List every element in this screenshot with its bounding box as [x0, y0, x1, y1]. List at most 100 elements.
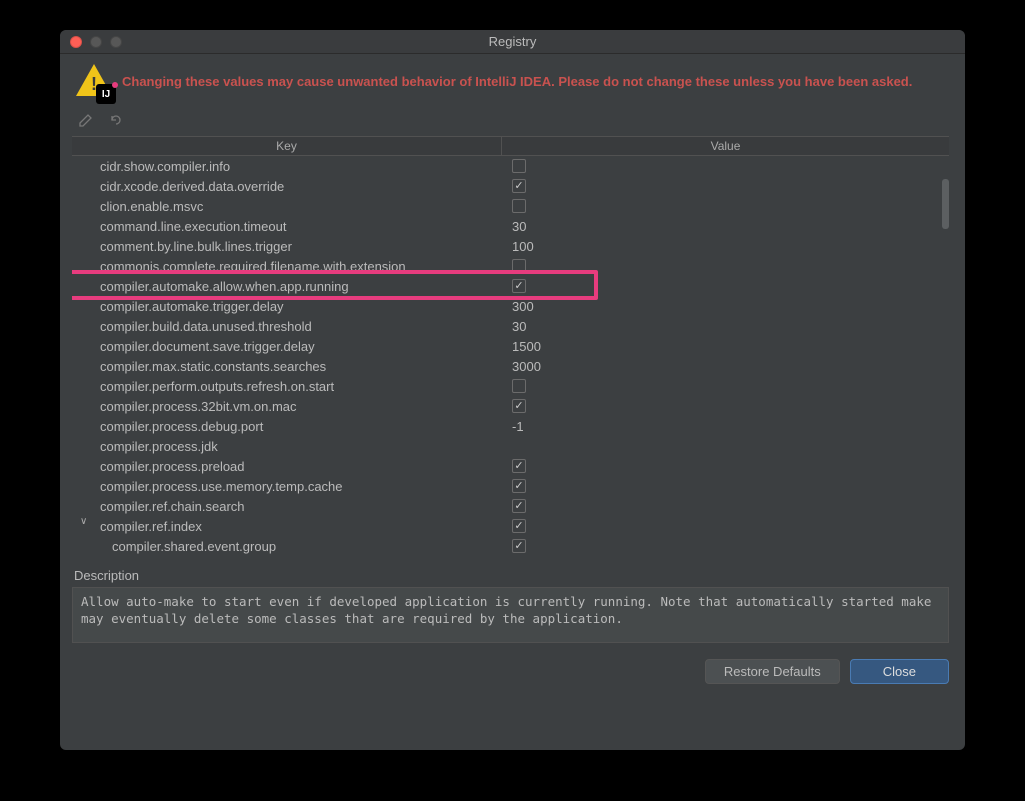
value-text: 30 — [512, 219, 526, 234]
checkbox[interactable] — [512, 159, 526, 173]
checkbox[interactable] — [512, 479, 526, 493]
description-box: Allow auto-make to start even if develop… — [72, 587, 949, 643]
intellij-badge-icon: IJ — [96, 84, 116, 104]
registry-value[interactable] — [502, 519, 949, 533]
table-row[interactable]: clion.enable.msvc — [72, 196, 949, 216]
registry-value[interactable]: -1 — [502, 419, 949, 434]
registry-value[interactable]: 3000 — [502, 359, 949, 374]
value-text: 1500 — [512, 339, 541, 354]
checkbox[interactable] — [512, 279, 526, 293]
checkbox[interactable] — [512, 199, 526, 213]
registry-value[interactable] — [502, 159, 949, 173]
scrollbar[interactable] — [942, 161, 949, 561]
warning-text: Changing these values may cause unwanted… — [122, 74, 912, 91]
table-row[interactable]: compiler.automake.allow.when.app.running — [72, 276, 949, 296]
table-row[interactable]: compiler.process.jdk — [72, 436, 949, 456]
checkbox[interactable] — [512, 399, 526, 413]
registry-key: compiler.automake.allow.when.app.running — [72, 279, 502, 294]
maximize-window-button[interactable] — [110, 36, 122, 48]
table-row[interactable]: commonjs.complete.required.filename.with… — [72, 256, 949, 276]
table-header: Key Value — [72, 137, 949, 156]
table-row[interactable]: cidr.show.compiler.info — [72, 156, 949, 176]
registry-table: Key Value cidr.show.compiler.infocidr.xc… — [72, 136, 949, 556]
registry-key: compiler.automake.trigger.delay — [72, 299, 502, 314]
checkbox[interactable] — [512, 519, 526, 533]
registry-key: compiler.process.debug.port — [72, 419, 502, 434]
registry-key: compiler.process.jdk — [72, 439, 502, 454]
table-row[interactable]: comment.by.line.bulk.lines.trigger100 — [72, 236, 949, 256]
value-text: 3000 — [512, 359, 541, 374]
checkbox[interactable] — [512, 379, 526, 393]
table-row[interactable]: compiler.build.data.unused.threshold 30 — [72, 316, 949, 336]
column-header-key[interactable]: Key — [72, 137, 502, 155]
table-row[interactable]: compiler.process.preload — [72, 456, 949, 476]
table-row[interactable]: compiler.document.save.trigger.delay 1500 — [72, 336, 949, 356]
registry-key: compiler.perform.outputs.refresh.on.star… — [72, 379, 502, 394]
registry-value[interactable] — [502, 259, 949, 273]
checkbox[interactable] — [512, 259, 526, 273]
table-row[interactable]: compiler.ref.index — [72, 516, 949, 536]
table-row[interactable]: cidr.xcode.derived.data.override — [72, 176, 949, 196]
registry-key: comment.by.line.bulk.lines.trigger — [72, 239, 502, 254]
registry-value[interactable] — [502, 279, 949, 293]
registry-key: compiler.process.preload — [72, 459, 502, 474]
checkbox[interactable] — [512, 499, 526, 513]
value-text: -1 — [512, 419, 524, 434]
close-button[interactable]: Close — [850, 659, 949, 684]
warning-banner: ! IJ Changing these values may cause unw… — [60, 54, 965, 104]
registry-value[interactable] — [502, 459, 949, 473]
checkbox[interactable] — [512, 539, 526, 553]
registry-value[interactable] — [502, 499, 949, 513]
table-row[interactable]: compiler.shared.event.group — [72, 536, 949, 556]
registry-value[interactable] — [502, 539, 949, 553]
registry-value[interactable] — [502, 179, 949, 193]
registry-value[interactable]: 100 — [502, 239, 949, 254]
table-row[interactable]: compiler.ref.chain.search — [72, 496, 949, 516]
table-row[interactable]: compiler.automake.trigger.delay 300 — [72, 296, 949, 316]
registry-key: command.line.execution.timeout — [72, 219, 502, 234]
expand-caret-icon[interactable]: ∨ — [80, 516, 87, 527]
description-section: Description Allow auto-make to start eve… — [72, 564, 949, 643]
scrollbar-thumb[interactable] — [942, 179, 949, 229]
restore-defaults-button[interactable]: Restore Defaults — [705, 659, 840, 684]
table-row[interactable]: compiler.process.32bit.vm.on.mac — [72, 396, 949, 416]
registry-value[interactable]: 30 — [502, 219, 949, 234]
table-row[interactable]: compiler.perform.outputs.refresh.on.star… — [72, 376, 949, 396]
registry-key: compiler.max.static.constants.searches — [72, 359, 502, 374]
toolbar — [60, 104, 965, 136]
registry-dialog: Registry ! IJ Changing these values may … — [60, 30, 965, 750]
table-row[interactable]: compiler.process.debug.port -1 — [72, 416, 949, 436]
registry-value[interactable] — [502, 379, 949, 393]
description-label: Description — [72, 564, 949, 587]
table-row[interactable]: compiler.max.static.constants.searches 30… — [72, 356, 949, 376]
registry-value[interactable]: 300 — [502, 299, 949, 314]
window-controls — [70, 36, 122, 48]
registry-key: compiler.ref.index — [72, 519, 502, 534]
table-row[interactable]: compiler.process.use.memory.temp.cache — [72, 476, 949, 496]
window-title: Registry — [489, 34, 537, 49]
checkbox[interactable] — [512, 179, 526, 193]
registry-key: compiler.process.use.memory.temp.cache — [72, 479, 502, 494]
registry-value[interactable] — [502, 479, 949, 493]
revert-button[interactable] — [106, 110, 126, 130]
close-window-button[interactable] — [70, 36, 82, 48]
column-header-value[interactable]: Value — [502, 137, 949, 155]
value-text: 30 — [512, 319, 526, 334]
value-text: 300 — [512, 299, 534, 314]
warning-icon: ! IJ — [76, 64, 112, 100]
registry-key: compiler.process.32bit.vm.on.mac — [72, 399, 502, 414]
registry-value[interactable] — [502, 199, 949, 213]
registry-key: compiler.document.save.trigger.delay — [72, 339, 502, 354]
dialog-buttons: Restore Defaults Close — [60, 643, 965, 700]
registry-value[interactable]: 1500 — [502, 339, 949, 354]
registry-key: compiler.build.data.unused.threshold — [72, 319, 502, 334]
table-row[interactable]: command.line.execution.timeout 30 — [72, 216, 949, 236]
checkbox[interactable] — [512, 459, 526, 473]
minimize-window-button[interactable] — [90, 36, 102, 48]
registry-key: commonjs.complete.required.filename.with… — [72, 259, 502, 274]
registry-value[interactable]: 30 — [502, 319, 949, 334]
table-body[interactable]: cidr.show.compiler.infocidr.xcode.derive… — [72, 156, 949, 556]
registry-value[interactable] — [502, 399, 949, 413]
registry-key: clion.enable.msvc — [72, 199, 502, 214]
edit-button[interactable] — [76, 110, 96, 130]
